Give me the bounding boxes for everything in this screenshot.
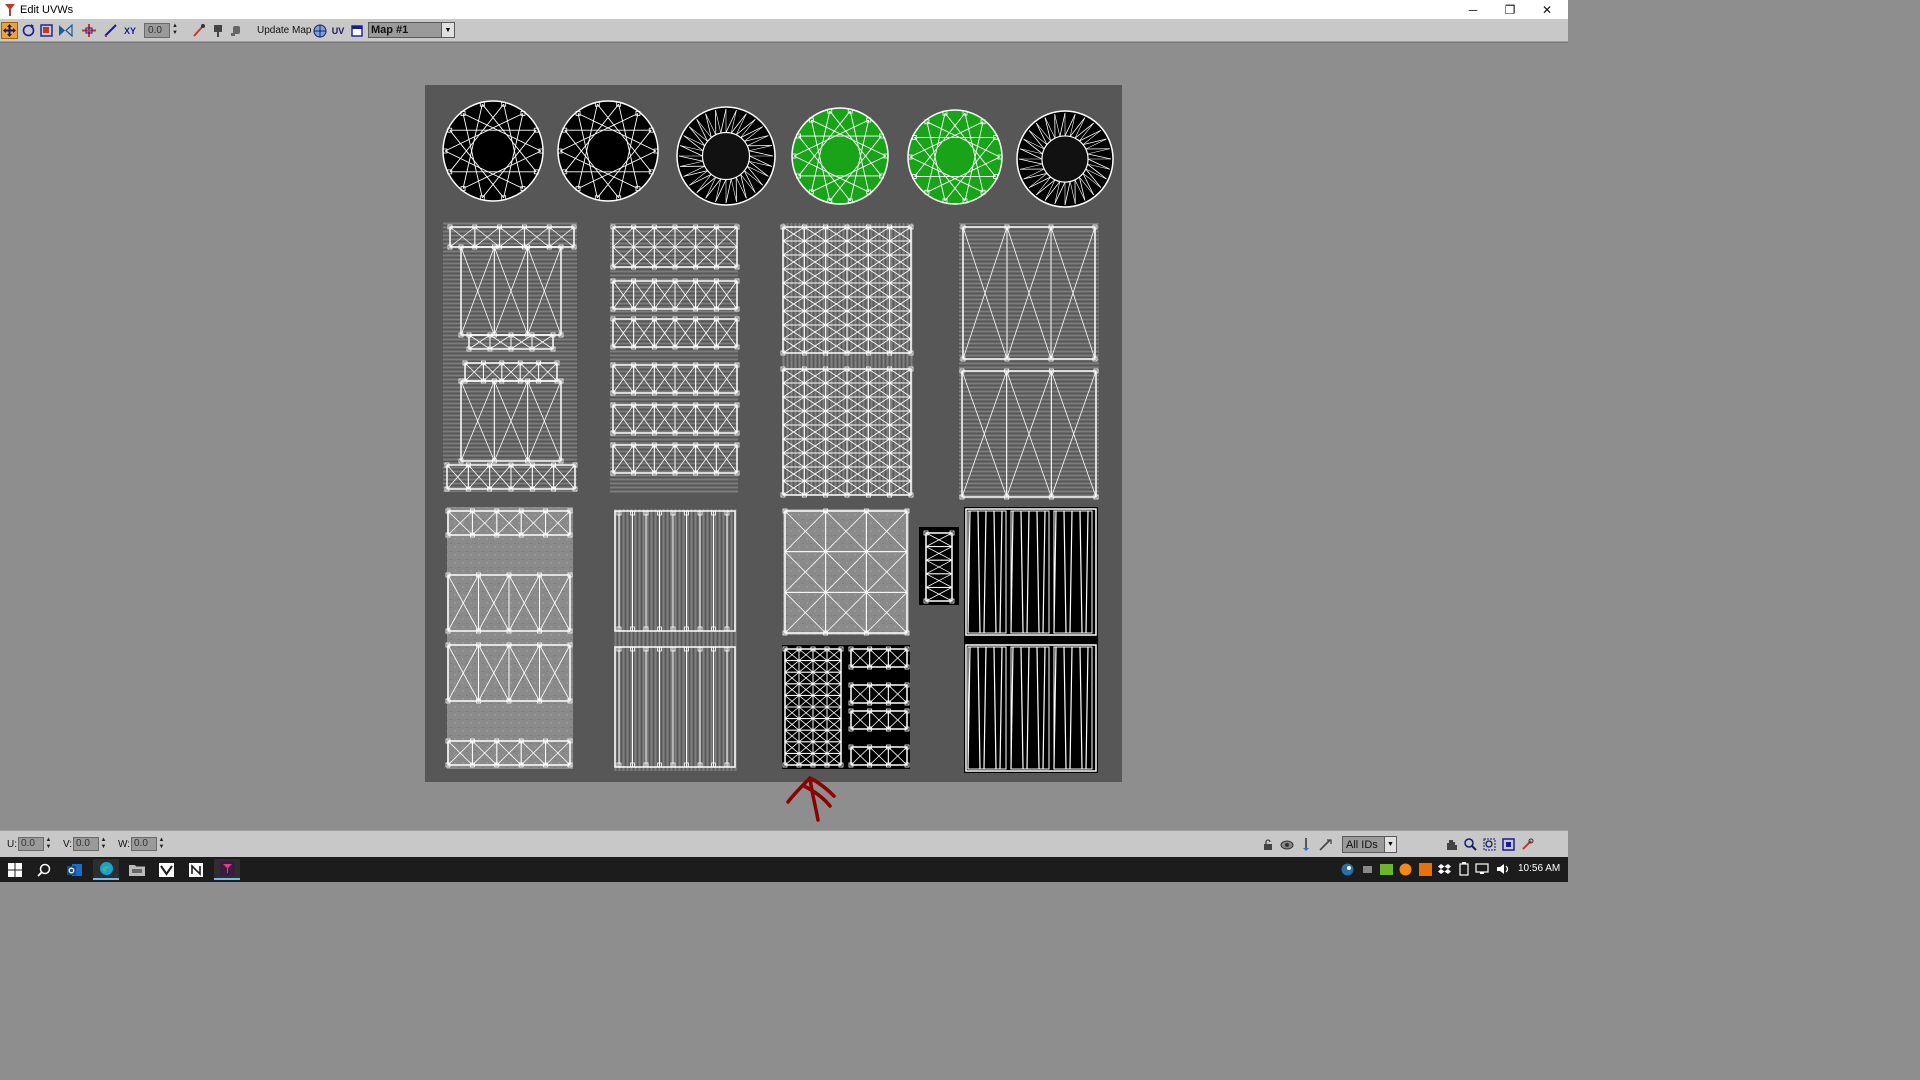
close-button[interactable]: ✕ <box>1528 0 1566 19</box>
volume-icon[interactable] <box>1496 862 1510 876</box>
toolbar-spinner-input[interactable]: 0.0 <box>144 23 170 38</box>
uv-texture-patch <box>610 223 738 493</box>
rotate-icon[interactable] <box>20 22 36 39</box>
v-spinner[interactable]: ▲ ▼ <box>100 837 107 851</box>
dropbox-icon[interactable] <box>1437 862 1451 876</box>
toolbar-spinner-arrows[interactable]: ▲ ▼ <box>171 23 179 38</box>
tray-orange-icon[interactable] <box>1398 862 1412 876</box>
start-icon[interactable] <box>2 859 28 880</box>
uv-axis-icon[interactable]: XY <box>120 22 140 39</box>
status-bar: U: 0.0 ▲ ▼ V: 0.0 ▲ ▼ W: 0.0 ▲ ▼ All IDs ▼ <box>0 830 1568 857</box>
u-input[interactable]: 0.0 <box>18 837 44 851</box>
uv-cap-island <box>442 100 544 202</box>
uv-wireframe-layer <box>442 100 1114 773</box>
update-map-button[interactable]: Update Map <box>254 23 314 38</box>
uv-label-icon[interactable]: UV <box>330 22 346 39</box>
w-label: W: <box>118 839 131 850</box>
u-label: U: <box>7 839 17 850</box>
zoom-icon[interactable] <box>1462 837 1478 852</box>
pan-small-icon[interactable] <box>228 22 244 39</box>
filter-icon[interactable] <box>1317 837 1333 852</box>
paint-icon[interactable] <box>210 22 226 39</box>
map-select-value: Map #1 <box>371 24 409 36</box>
uv-texture-patch <box>447 507 573 769</box>
freeze-icon[interactable] <box>1298 837 1314 852</box>
uv-cap-island <box>791 107 889 205</box>
edge-icon[interactable] <box>93 859 119 880</box>
uv-texture-canvas[interactable] <box>425 85 1122 782</box>
taskbar: 10:56 AM <box>0 857 1568 882</box>
map-select[interactable]: Map #1 ▼ <box>368 22 455 38</box>
uv-texture-patch <box>919 527 959 605</box>
freeform-icon[interactable] <box>80 22 98 39</box>
window-title: Edit UVWs <box>20 3 74 16</box>
toolbar: XY 0.0 ▲ ▼ Update Map UV <box>0 19 1568 42</box>
hide-icon[interactable] <box>1279 837 1295 852</box>
snap-icon[interactable] <box>1519 837 1535 852</box>
folder-icon[interactable] <box>124 859 150 880</box>
tray-app-icon[interactable] <box>1360 862 1374 876</box>
lock-icon[interactable] <box>1260 837 1276 852</box>
search-icon[interactable] <box>31 859 57 880</box>
ids-select[interactable]: All IDs ▼ <box>1342 836 1397 853</box>
display-icon[interactable] <box>349 22 364 39</box>
annotation-arrow-icon <box>786 776 836 822</box>
title-bar: Edit UVWs <box>0 0 1568 19</box>
uv-cap-island <box>907 109 1003 205</box>
mail-icon[interactable] <box>153 859 179 880</box>
minimize-button[interactable]: ─ <box>1454 0 1492 19</box>
move-icon[interactable] <box>1 22 18 39</box>
texture-globe-icon[interactable] <box>312 22 328 39</box>
taskbar-clock: 10:56 AM <box>1518 863 1561 874</box>
uv-cap-island <box>557 100 659 202</box>
v-input[interactable]: 0.0 <box>73 837 99 851</box>
w-input[interactable]: 0.0 <box>131 837 157 851</box>
uv-texture-patch <box>613 509 737 771</box>
u-spinner[interactable]: ▲ ▼ <box>45 837 52 851</box>
pan-icon[interactable] <box>1443 837 1459 852</box>
chevron-down-icon[interactable]: ▼ <box>1384 837 1396 852</box>
outlook-icon[interactable] <box>62 859 88 880</box>
scale-icon[interactable] <box>38 22 54 39</box>
notion-icon[interactable] <box>183 859 209 880</box>
network-icon[interactable] <box>1475 862 1489 876</box>
chevron-down-icon[interactable]: ▼ <box>441 23 454 37</box>
w-spinner[interactable]: ▲ ▼ <box>158 837 165 851</box>
tray-orange-square-icon[interactable] <box>1418 862 1432 876</box>
steam-icon[interactable] <box>1340 862 1354 876</box>
ids-select-value: All IDs <box>1346 839 1378 851</box>
pen-icon[interactable] <box>102 22 120 39</box>
restore-button[interactable]: ❐ <box>1491 0 1529 19</box>
mirror-icon[interactable] <box>56 22 74 39</box>
uv-texture-patch <box>959 223 1099 499</box>
app-icon <box>5 3 15 16</box>
battery-icon[interactable] <box>1457 862 1471 876</box>
v-label: V: <box>63 839 73 850</box>
pick-icon[interactable] <box>190 22 206 39</box>
3dsmax-icon[interactable] <box>214 859 240 880</box>
zoom-region-icon[interactable] <box>1481 837 1497 852</box>
nvidia-icon[interactable] <box>1379 862 1393 876</box>
zoom-extents-icon[interactable] <box>1500 837 1516 852</box>
